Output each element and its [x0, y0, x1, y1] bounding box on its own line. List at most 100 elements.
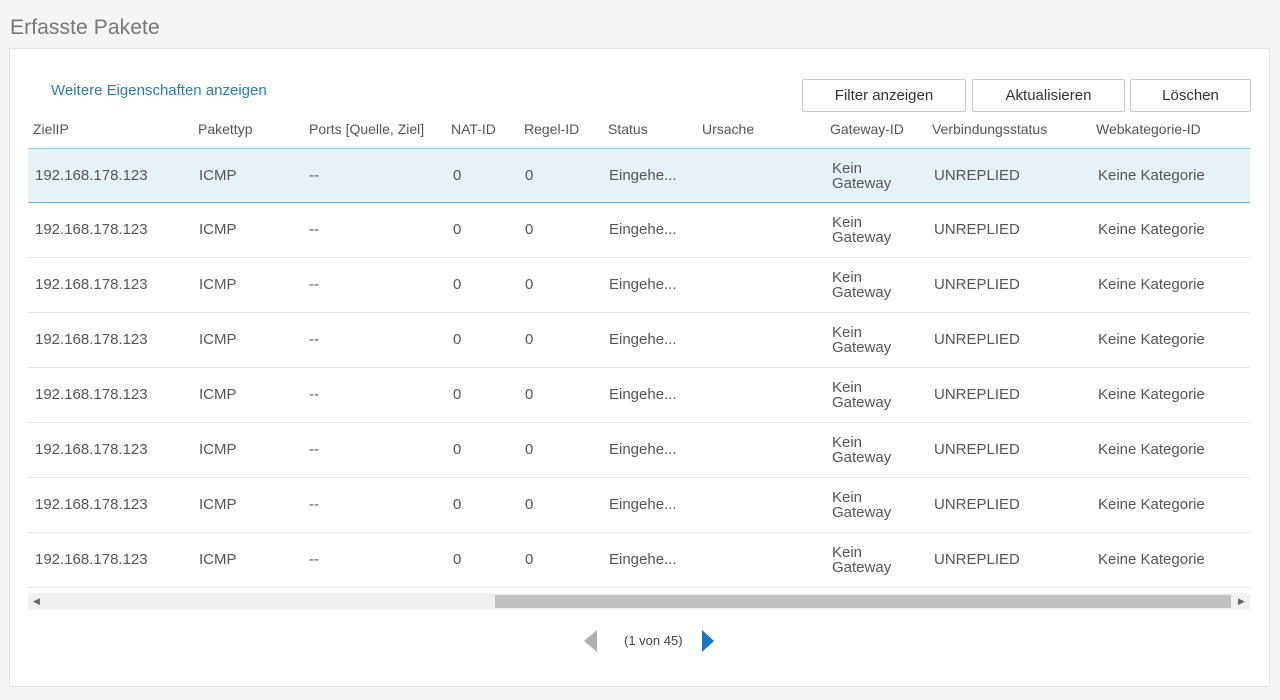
cell-web-category: Keine Kategorie	[1098, 221, 1205, 238]
cell-gateway-id: Kein Gateway	[832, 380, 891, 410]
column-header-connection-status[interactable]: Verbindungsstatus	[932, 121, 1047, 137]
cell-rule-id: 0	[525, 331, 534, 348]
cell-status: Eingehe...	[609, 551, 677, 568]
show-filter-button[interactable]: Filter anzeigen	[802, 79, 966, 112]
page-info: (1 von 45)	[624, 633, 683, 648]
table-row[interactable]: 192.168.178.123 ICMP -- 0 0 Eingehe... UNREPLI…	[28, 148, 1250, 203]
cell-status: Eingehe...	[609, 221, 677, 238]
cell-gateway-line-1: Kein	[832, 324, 863, 341]
cell-gateway-line-1: Kein	[832, 214, 863, 231]
cell-destination-ip: 192.168.178.123	[35, 496, 148, 513]
cell-nat-id: 0	[453, 386, 462, 403]
cell-web-category: Keine Kategorie	[1098, 331, 1205, 348]
pagination: (1 von 45)	[584, 628, 716, 654]
cell-rule-id: 0	[525, 551, 534, 568]
cell-destination-ip: 192.168.178.123	[35, 441, 148, 458]
horizontal-scrollbar[interactable]: ◀ ▶	[28, 593, 1250, 610]
triangle-right-icon[interactable]	[702, 630, 714, 652]
cell-rule-id: 0	[525, 221, 534, 238]
cell-packet-type: ICMP	[199, 386, 237, 403]
cell-packet-type: ICMP	[199, 331, 237, 348]
cell-ports: --	[309, 167, 319, 184]
cell-web-category: Keine Kategorie	[1098, 167, 1205, 184]
cell-nat-id: 0	[453, 441, 462, 458]
triangle-left-icon[interactable]	[584, 630, 597, 652]
cell-gateway-id: Kein Gateway	[832, 490, 891, 520]
cell-rule-id: 0	[525, 441, 534, 458]
cell-status: Eingehe...	[609, 386, 677, 403]
cell-gateway-line-2: Gateway	[832, 394, 892, 411]
cell-rule-id: 0	[525, 496, 534, 513]
cell-gateway-id: Kein Gateway	[832, 545, 891, 575]
cell-packet-type: ICMP	[199, 496, 237, 513]
table-row[interactable]: 192.168.178.123 ICMP -- 0 0 Eingehe... UNREPLI…	[28, 478, 1250, 533]
cell-status: Eingehe...	[609, 441, 677, 458]
table-row[interactable]: 192.168.178.123 ICMP -- 0 0 Eingehe... UNREPLI…	[28, 203, 1250, 258]
scroll-left-icon[interactable]: ◀	[28, 593, 45, 610]
column-header-nat-id[interactable]: NAT-ID	[451, 121, 496, 137]
cell-destination-ip: 192.168.178.123	[35, 331, 148, 348]
cell-connection-status: UNREPLIED	[934, 441, 1020, 458]
column-header-destination-ip[interactable]: ZielIP	[33, 121, 69, 137]
cell-gateway-line-1: Kein	[832, 160, 863, 177]
cell-nat-id: 0	[453, 276, 462, 293]
refresh-button[interactable]: Aktualisieren	[972, 79, 1125, 112]
column-header-web-category-id[interactable]: Webkategorie-ID	[1096, 121, 1201, 137]
cell-destination-ip: 192.168.178.123	[35, 167, 148, 184]
cell-status: Eingehe...	[609, 496, 677, 513]
cell-web-category: Keine Kategorie	[1098, 276, 1205, 293]
cell-status: Eingehe...	[609, 276, 677, 293]
column-header-status[interactable]: Status	[608, 121, 648, 137]
cell-status: Eingehe...	[609, 331, 677, 348]
delete-button[interactable]: Löschen	[1130, 79, 1251, 112]
cell-gateway-line-1: Kein	[832, 269, 863, 286]
cell-nat-id: 0	[453, 331, 462, 348]
cell-destination-ip: 192.168.178.123	[35, 551, 148, 568]
cell-ports: --	[309, 496, 319, 513]
cell-packet-type: ICMP	[199, 551, 237, 568]
cell-ports: --	[309, 276, 319, 293]
table-body: 192.168.178.123 ICMP -- 0 0 Eingehe... UNREPLI…	[28, 148, 1250, 588]
more-properties-link[interactable]: Weitere Eigenschaften anzeigen	[51, 82, 267, 99]
scrollbar-thumb[interactable]	[495, 595, 1231, 608]
cell-nat-id: 0	[453, 221, 462, 238]
column-header-reason[interactable]: Ursache	[702, 121, 754, 137]
cell-connection-status: UNREPLIED	[934, 386, 1020, 403]
cell-gateway-line-2: Gateway	[832, 449, 892, 466]
table-row[interactable]: 192.168.178.123 ICMP -- 0 0 Eingehe... UNREPLI…	[28, 258, 1250, 313]
column-header-packet-type[interactable]: Pakettyp	[198, 121, 252, 137]
table-row[interactable]: 192.168.178.123 ICMP -- 0 0 Eingehe... UNREPLI…	[28, 533, 1250, 588]
table-row[interactable]: 192.168.178.123 ICMP -- 0 0 Eingehe... UNREPLI…	[28, 368, 1250, 423]
cell-gateway-line-2: Gateway	[832, 229, 892, 246]
cell-destination-ip: 192.168.178.123	[35, 221, 148, 238]
cell-gateway-line-2: Gateway	[832, 284, 892, 301]
cell-connection-status: UNREPLIED	[934, 221, 1020, 238]
table-row[interactable]: 192.168.178.123 ICMP -- 0 0 Eingehe... UNREPLI…	[28, 423, 1250, 478]
cell-gateway-id: Kein Gateway	[832, 325, 891, 355]
column-header-rule-id[interactable]: Regel-ID	[524, 121, 579, 137]
cell-destination-ip: 192.168.178.123	[35, 276, 148, 293]
cell-connection-status: UNREPLIED	[934, 551, 1020, 568]
table-row[interactable]: 192.168.178.123 ICMP -- 0 0 Eingehe... UNREPLI…	[28, 313, 1250, 368]
column-header-ports[interactable]: Ports [Quelle, Ziel]	[309, 121, 424, 137]
cell-gateway-id: Kein Gateway	[832, 161, 891, 191]
cell-connection-status: UNREPLIED	[934, 496, 1020, 513]
scroll-right-icon[interactable]: ▶	[1233, 593, 1250, 610]
cell-gateway-line-2: Gateway	[832, 559, 892, 576]
cell-ports: --	[309, 331, 319, 348]
cell-rule-id: 0	[525, 276, 534, 293]
cell-web-category: Keine Kategorie	[1098, 496, 1205, 513]
cell-ports: --	[309, 386, 319, 403]
cell-packet-type: ICMP	[199, 167, 237, 184]
cell-gateway-line-2: Gateway	[832, 504, 892, 521]
column-header-gateway-id[interactable]: Gateway-ID	[830, 121, 904, 137]
cell-connection-status: UNREPLIED	[934, 167, 1020, 184]
cell-gateway-line-1: Kein	[832, 379, 863, 396]
cell-ports: --	[309, 221, 319, 238]
cell-packet-type: ICMP	[199, 276, 237, 293]
cell-packet-type: ICMP	[199, 441, 237, 458]
cell-gateway-line-2: Gateway	[832, 175, 892, 192]
cell-gateway-id: Kein Gateway	[832, 435, 891, 465]
cell-gateway-line-1: Kein	[832, 434, 863, 451]
cell-web-category: Keine Kategorie	[1098, 441, 1205, 458]
